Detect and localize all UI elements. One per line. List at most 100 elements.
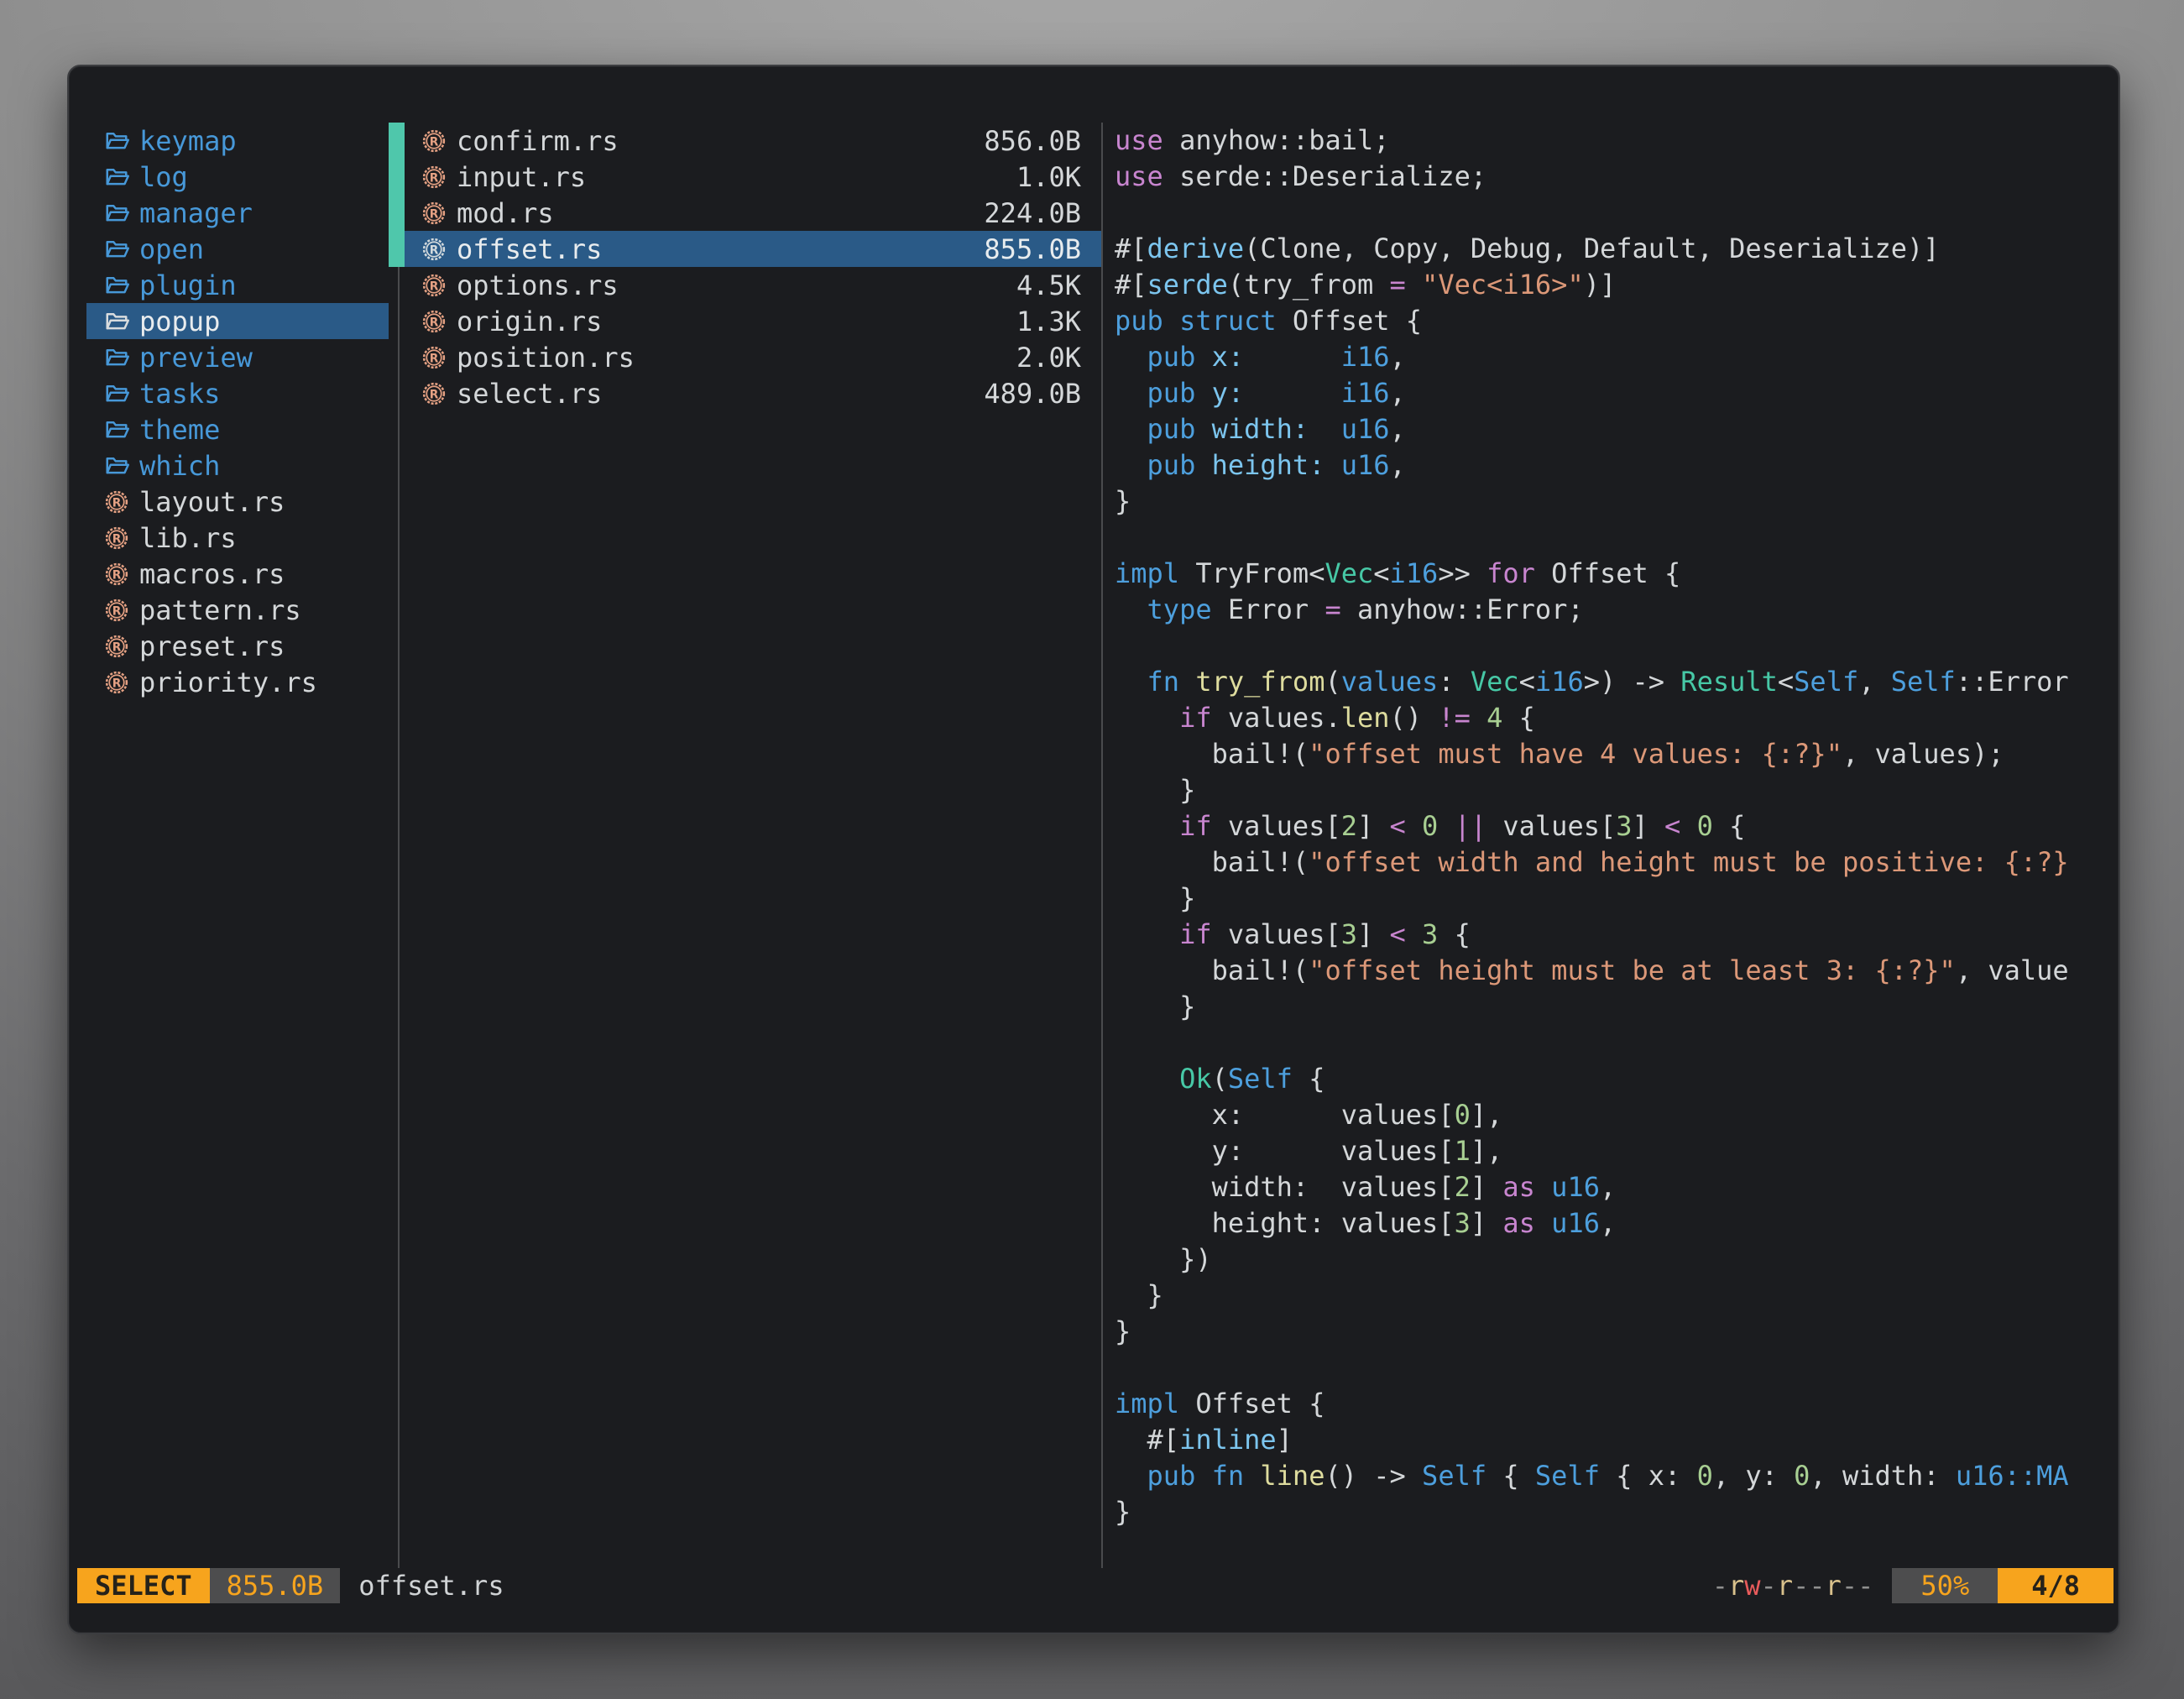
code-token: try_from xyxy=(1195,666,1325,698)
code-token: if xyxy=(1179,702,1212,734)
file-size: 224.0B xyxy=(984,197,1081,229)
item-label: layout.rs xyxy=(139,486,285,518)
file-row-select-rs[interactable]: Rselect.rs489.0B xyxy=(405,375,1101,411)
code-token: , xyxy=(1600,1207,1616,1239)
code-token: ::Error xyxy=(1956,666,2069,698)
code-token xyxy=(1115,810,1179,842)
code-token: , xyxy=(1390,341,1406,373)
code-token: 0 xyxy=(1794,1460,1810,1492)
code-line: #[serde(try_from = "Vec<i16>")] xyxy=(1115,267,2112,303)
sidebar-item-lib-rs[interactable]: Rlib.rs xyxy=(86,520,389,556)
preview-pane[interactable]: use anyhow::bail;use serde::Deserialize;… xyxy=(1115,123,2112,1570)
sidebar-item-preview[interactable]: preview xyxy=(86,339,389,375)
code-token xyxy=(1115,341,1147,373)
item-label: tasks xyxy=(139,378,220,410)
code-token: 0 xyxy=(1455,1099,1471,1131)
code-token xyxy=(1244,1460,1260,1492)
code-token: height: xyxy=(1212,449,1325,481)
code-token xyxy=(1115,413,1147,445)
code-token: pub xyxy=(1147,377,1196,409)
sidebar-item-layout-rs[interactable]: Rlayout.rs xyxy=(86,484,389,520)
code-token xyxy=(1115,593,1147,625)
code-token: { xyxy=(1293,1063,1325,1095)
svg-text:R: R xyxy=(430,171,439,185)
code-line: use serde::Deserialize; xyxy=(1115,159,2112,195)
code-token: Vec xyxy=(1325,557,1373,589)
svg-text:R: R xyxy=(430,207,439,221)
item-label: pattern.rs xyxy=(139,594,301,626)
code-token: } xyxy=(1115,1496,1131,1528)
file-size: 4.5K xyxy=(1016,269,1081,301)
permission-flag: r xyxy=(1826,1570,1842,1602)
item-label: which xyxy=(139,450,220,482)
code-token: ( xyxy=(1325,666,1340,698)
sidebar-item-popup[interactable]: popup xyxy=(86,303,389,339)
sidebar-item-macros-rs[interactable]: Rmacros.rs xyxy=(86,556,389,592)
sidebar-item-log[interactable]: log xyxy=(86,159,389,195)
code-token: pub xyxy=(1147,341,1196,373)
sidebar-item-theme[interactable]: theme xyxy=(86,411,389,447)
code-token: Offset { xyxy=(1277,305,1422,337)
code-token: use xyxy=(1115,124,1163,156)
svg-text:R: R xyxy=(430,352,439,365)
item-label: macros.rs xyxy=(139,558,285,590)
file-row-options-rs[interactable]: Roptions.rs4.5K xyxy=(405,267,1101,303)
svg-text:R: R xyxy=(112,677,122,690)
file-name: position.rs xyxy=(457,342,635,374)
rust-file-icon: R xyxy=(104,489,129,515)
code-token: TryFrom< xyxy=(1179,557,1325,589)
rust-file-icon: R xyxy=(104,562,129,587)
code-token: } xyxy=(1115,1315,1131,1347)
code-line: pub width: u16, xyxy=(1115,411,2112,447)
status-bar: SELECT 855.0B offset.rs -rw-r--r-- 50% 4… xyxy=(77,1568,2113,1603)
code-token: values[ xyxy=(1212,810,1341,842)
code-token: serde::Deserialize; xyxy=(1163,160,1486,192)
sidebar-item-open[interactable]: open xyxy=(86,231,389,267)
code-token: { xyxy=(1502,702,1535,734)
code-line xyxy=(1115,195,2112,231)
sidebar-item-plugin[interactable]: plugin xyxy=(86,267,389,303)
code-token: Self xyxy=(1422,1460,1486,1492)
code-token: ( xyxy=(1212,1063,1228,1095)
code-token: ] xyxy=(1357,810,1390,842)
code-token: < xyxy=(1778,666,1794,698)
code-token: () -> xyxy=(1325,1460,1422,1492)
code-line: type Error = anyhow::Error; xyxy=(1115,592,2112,628)
code-token xyxy=(1195,413,1211,445)
code-token: u16 xyxy=(1341,413,1390,445)
code-token: = xyxy=(1390,269,1406,301)
code-token: ], xyxy=(1471,1135,1503,1167)
permission-flag: r xyxy=(1728,1570,1744,1602)
code-token xyxy=(1406,269,1422,301)
file-row-origin-rs[interactable]: Rorigin.rs1.3K xyxy=(405,303,1101,339)
file-row-position-rs[interactable]: Rposition.rs2.0K xyxy=(405,339,1101,375)
parent-directory-pane: keymaplogmanageropenpluginpopuppreviewta… xyxy=(86,123,389,700)
code-token: i16 xyxy=(1341,377,1390,409)
sidebar-item-priority-rs[interactable]: Rpriority.rs xyxy=(86,664,389,700)
rust-file-icon: R xyxy=(104,670,129,695)
code-token: Offset { xyxy=(1179,1388,1325,1419)
file-row-offset-rs[interactable]: Roffset.rs855.0B xyxy=(405,231,1101,267)
code-token: () xyxy=(1390,702,1439,734)
sidebar-item-tasks[interactable]: tasks xyxy=(86,375,389,411)
rust-file-icon: R xyxy=(104,634,129,659)
code-token: , values); xyxy=(1842,738,2004,770)
code-token: u16 xyxy=(1341,449,1390,481)
code-token: 4 xyxy=(1486,702,1502,734)
file-row-input-rs[interactable]: Rinput.rs1.0K xyxy=(405,159,1101,195)
file-row-mod-rs[interactable]: Rmod.rs224.0B xyxy=(405,195,1101,231)
scroll-percent-chip: 50% xyxy=(1892,1568,1998,1603)
sidebar-item-keymap[interactable]: keymap xyxy=(86,123,389,159)
permission-flag: -- xyxy=(1842,1570,1874,1602)
code-token: i16 xyxy=(1535,666,1584,698)
sidebar-item-manager[interactable]: manager xyxy=(86,195,389,231)
code-token: } xyxy=(1115,1279,1163,1311)
folder-open-icon xyxy=(104,417,129,442)
file-row-confirm-rs[interactable]: Rconfirm.rs856.0B xyxy=(405,123,1101,159)
sidebar-item-pattern-rs[interactable]: Rpattern.rs xyxy=(86,592,389,628)
code-token: , width: xyxy=(1810,1460,1955,1492)
code-token: "offset height must be at least 3: {:?}" xyxy=(1309,954,1956,986)
code-line: }) xyxy=(1115,1242,2112,1278)
sidebar-item-which[interactable]: which xyxy=(86,447,389,484)
sidebar-item-preset-rs[interactable]: Rpreset.rs xyxy=(86,628,389,664)
